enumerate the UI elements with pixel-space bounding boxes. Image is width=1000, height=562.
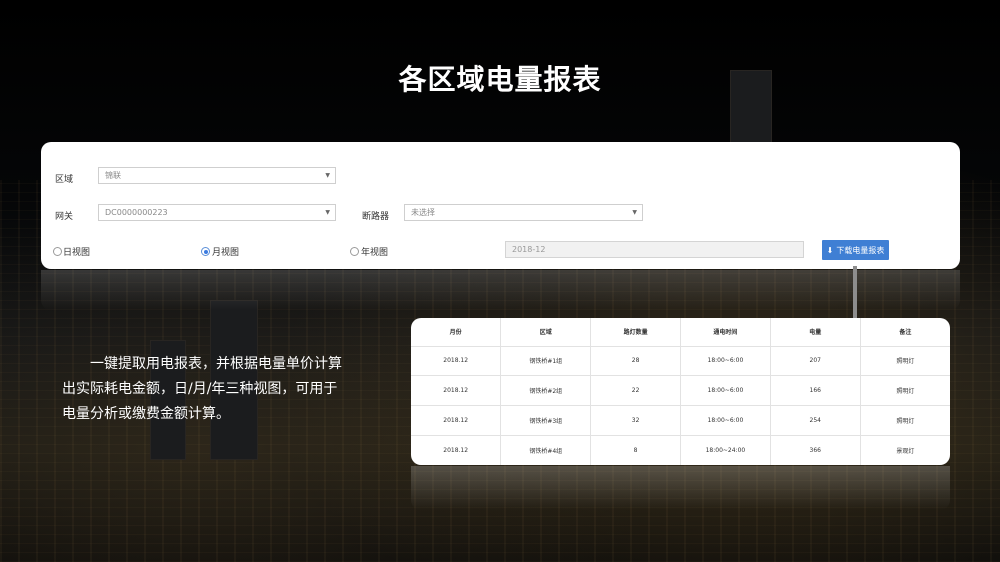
breaker-select-value: 未选择	[411, 208, 435, 217]
filter-panel-reflection	[41, 270, 960, 310]
cell-note: 照明灯	[860, 375, 950, 406]
region-select[interactable]: 锦联 ▼	[98, 167, 336, 184]
download-report-button[interactable]: ⬇ 下载电量报表	[822, 240, 889, 260]
arrow-down-icon	[853, 266, 857, 324]
radio-day-view[interactable]	[53, 247, 62, 256]
cell-region: 钢铁桥#3组	[500, 405, 592, 436]
cell-lamp-count: 22	[590, 375, 681, 406]
table-row: 2018.12 钢铁桥#1组 28 18:00~6:00 207 照明灯	[411, 346, 950, 377]
cell-note: 景观灯	[896, 447, 915, 455]
date-picker-input[interactable]: 2018-12	[505, 241, 804, 258]
cell-lamp-count: 8	[590, 435, 681, 465]
cell-month: 2018.12	[411, 435, 502, 465]
table-header-row: 月份 区域 路灯数量 通电时间 电量 备注	[411, 318, 950, 347]
page-title: 各区域电量报表	[398, 63, 602, 96]
year-view-label: 年视图	[361, 248, 389, 258]
download-icon: ⬇	[826, 245, 834, 255]
chevron-down-icon: ▼	[325, 209, 330, 216]
chevron-down-icon: ▼	[632, 209, 637, 216]
cell-lamp-count: 28	[590, 346, 681, 377]
cell-month: 2018.12	[411, 346, 502, 377]
radio-month-view[interactable]	[201, 247, 210, 256]
cell-month: 2018.12	[411, 375, 502, 406]
column-header: 通电时间	[680, 318, 771, 347]
cell-region: 钢铁桥#1组	[500, 346, 592, 377]
cell-energy: 166	[770, 375, 861, 406]
region-label: 区域	[55, 175, 74, 185]
cell-region: 钢铁桥#2组	[500, 375, 592, 406]
feature-description: 一键提取用电报表，并根据电量单价计算出实际耗电金额，日/月/年三种视图，可用于电…	[62, 356, 342, 422]
month-view-label: 月视图	[212, 248, 240, 258]
chevron-down-icon: ▼	[325, 172, 330, 179]
table-row: 2018.12 钢铁桥#4组 8 18:00~24:00 366 景观灯	[411, 435, 950, 465]
column-header: 电量	[770, 318, 861, 347]
cell-lamp-count: 32	[590, 405, 681, 436]
cell-energy: 366	[770, 435, 861, 465]
cell-month: 2018.12	[411, 405, 502, 436]
cell-note: 照明灯	[860, 346, 950, 377]
cell-region: 钢铁桥#4组	[500, 435, 592, 465]
column-header: 备注	[860, 318, 950, 347]
region-select-value: 锦联	[105, 171, 121, 180]
table-reflection	[411, 466, 950, 510]
cell-energy: 207	[770, 346, 861, 377]
energy-report-table: 月份 区域 路灯数量 通电时间 电量 备注 2018.12 钢铁桥#1组 28 …	[411, 318, 950, 465]
column-header: 路灯数量	[590, 318, 681, 347]
download-report-label: 下载电量报表	[836, 245, 885, 255]
cell-energy: 254	[770, 405, 861, 436]
cell-power-time: 18:00~6:00	[680, 375, 771, 406]
cell-power-time: 18:00~6:00	[680, 405, 771, 436]
table-row: 2018.12 钢铁桥#2组 22 18:00~6:00 166 照明灯	[411, 375, 950, 406]
radio-year-view[interactable]	[350, 247, 359, 256]
column-header: 区域	[500, 318, 592, 347]
cell-power-time: 18:00~24:00	[680, 435, 771, 465]
gateway-select-value: DC0000000223	[105, 208, 168, 217]
cell-power-time: 18:00~6:00	[680, 346, 771, 377]
gateway-select[interactable]: DC0000000223 ▼	[98, 204, 336, 221]
table-row: 2018.12 钢铁桥#3组 32 18:00~6:00 254 照明灯	[411, 405, 950, 436]
day-view-label: 日视图	[63, 248, 91, 258]
column-header: 月份	[411, 318, 502, 347]
cell-note: 照明灯	[860, 405, 950, 436]
breaker-label: 断路器	[362, 212, 390, 222]
gateway-label: 网关	[55, 212, 74, 222]
breaker-select[interactable]: 未选择 ▼	[404, 204, 643, 221]
